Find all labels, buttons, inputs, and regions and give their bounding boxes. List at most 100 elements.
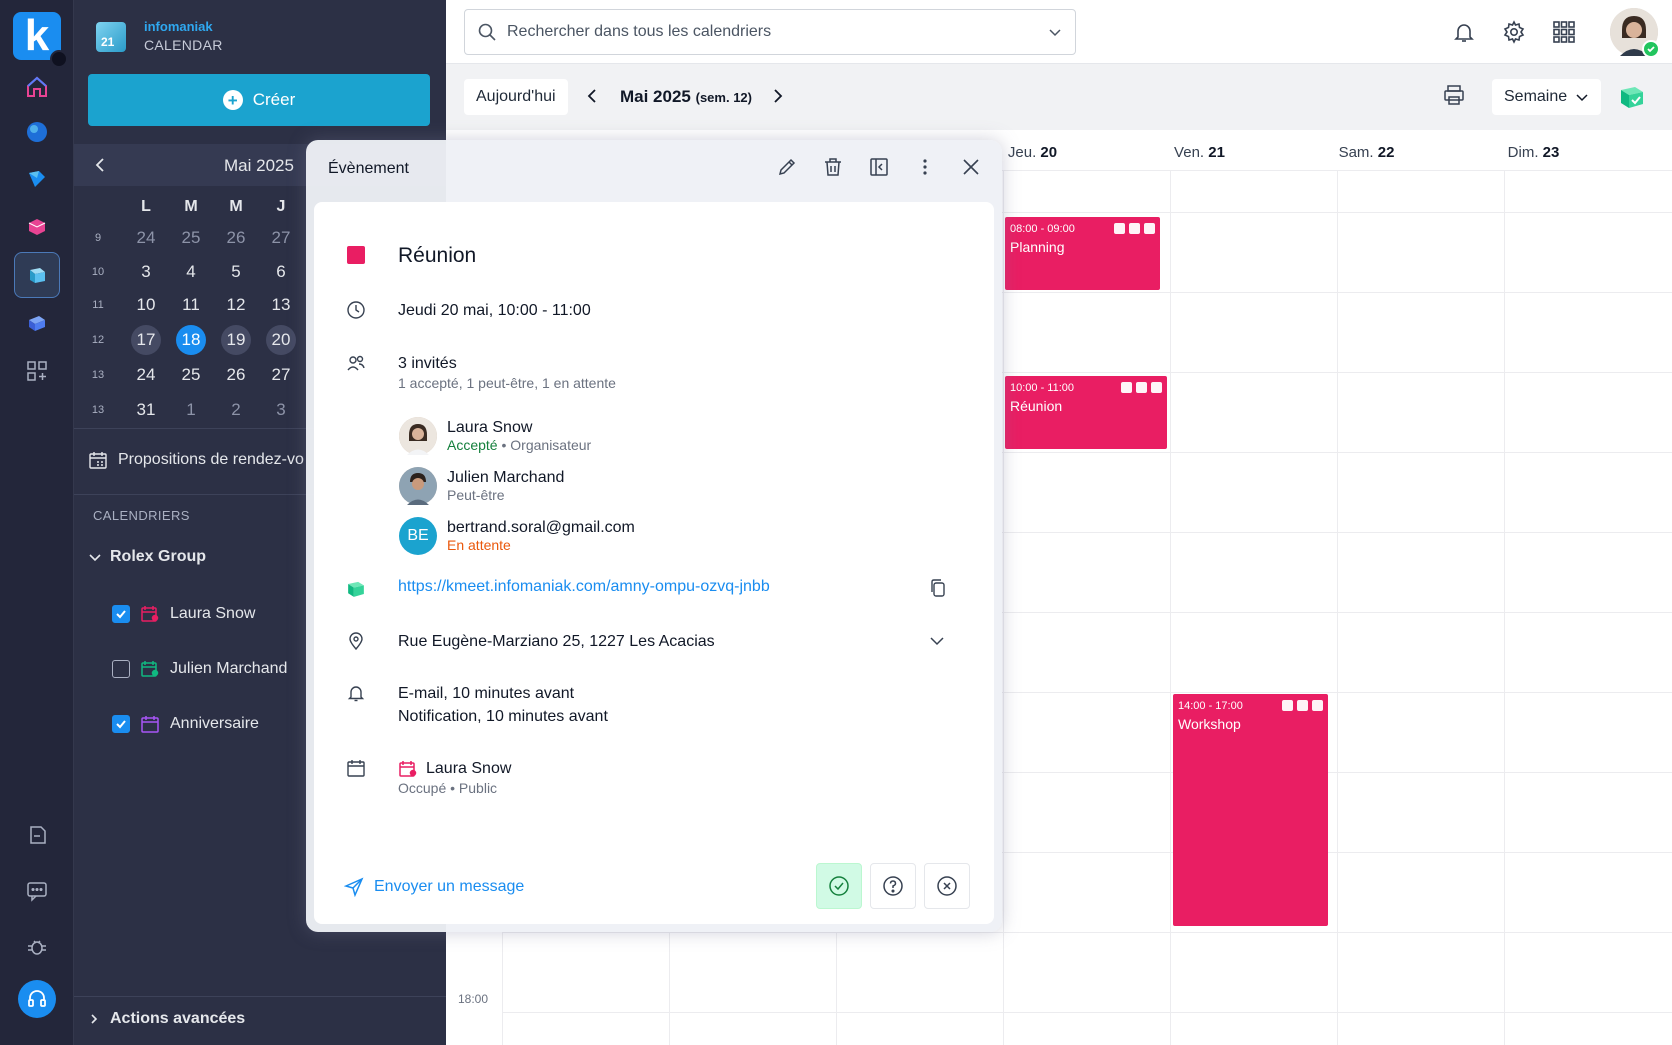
- checkbox-unchecked[interactable]: [112, 660, 130, 678]
- guest-item[interactable]: BE bertrand.soral@gmail.com En attente: [399, 517, 635, 555]
- mini-day[interactable]: 25: [176, 223, 206, 253]
- mini-day[interactable]: 3: [131, 257, 161, 287]
- mini-day[interactable]: 10: [131, 290, 161, 320]
- copy-icon[interactable]: [928, 578, 948, 603]
- event-reunion[interactable]: 10:00 - 11:00 Réunion: [1005, 376, 1167, 449]
- mini-day[interactable]: 5: [221, 257, 251, 287]
- globe-icon[interactable]: [14, 109, 60, 155]
- guests-summary-block: 3 invités 1 accepté, 1 peut-être, 1 en a…: [398, 352, 616, 391]
- day-header[interactable]: Ven. 21: [1116, 144, 1283, 161]
- mini-day[interactable]: 11: [176, 290, 206, 320]
- chevron-right-icon[interactable]: [764, 83, 790, 109]
- kdrive-icon[interactable]: [14, 156, 60, 202]
- event-planning[interactable]: 08:00 - 09:00 Planning: [1005, 217, 1160, 290]
- mini-day-today[interactable]: 18: [176, 325, 206, 355]
- calendar-name: Anniversaire: [170, 715, 259, 732]
- search-box[interactable]: [464, 9, 1076, 55]
- chevron-left-icon[interactable]: [580, 83, 606, 109]
- guest-status: En attente: [447, 537, 511, 553]
- feedback-icon[interactable]: [14, 812, 60, 858]
- decline-button[interactable]: [924, 863, 970, 909]
- home-icon[interactable]: [14, 64, 60, 110]
- gear-icon[interactable]: [1500, 18, 1528, 46]
- chat-icon[interactable]: [14, 868, 60, 914]
- user-avatar[interactable]: [1610, 8, 1660, 58]
- checkbox-checked[interactable]: [112, 715, 130, 733]
- calendar-group-rolex[interactable]: Rolex Group: [88, 548, 206, 566]
- online-status-icon: [1642, 40, 1660, 58]
- guest-item[interactable]: Laura Snow Accepté • Organisateur: [399, 417, 591, 455]
- mini-day[interactable]: 25: [176, 360, 206, 390]
- mail-icon[interactable]: [14, 204, 60, 250]
- mini-day[interactable]: 4: [176, 257, 206, 287]
- accept-button[interactable]: [816, 863, 862, 909]
- mini-day[interactable]: 27: [266, 360, 296, 390]
- contacts-icon[interactable]: [14, 300, 60, 346]
- mini-day[interactable]: 6: [266, 257, 296, 287]
- advanced-actions-toggle[interactable]: Actions avancées: [88, 1010, 245, 1028]
- reminder-item: Notification, 10 minutes avant: [398, 708, 608, 725]
- mini-day[interactable]: 12: [221, 290, 251, 320]
- send-message-button[interactable]: Envoyer un message: [344, 877, 524, 897]
- week-number: 12: [91, 334, 105, 346]
- close-icon[interactable]: [958, 154, 984, 180]
- calendar-item-julien-marchand[interactable]: Julien Marchand: [112, 659, 287, 679]
- calendar-toolbar: Aujourd'hui Mai 2025 (sem. 12) Semaine: [446, 64, 1672, 130]
- view-selector[interactable]: Semaine: [1492, 79, 1602, 115]
- support-headset-icon[interactable]: [18, 980, 56, 1018]
- maybe-button[interactable]: [870, 863, 916, 909]
- chevron-down-icon[interactable]: [928, 632, 946, 655]
- expand-panel-icon[interactable]: [866, 154, 892, 180]
- mini-day[interactable]: 1: [176, 395, 206, 425]
- checkbox-checked[interactable]: [112, 605, 130, 623]
- divider: [74, 996, 446, 997]
- mini-day[interactable]: 2: [221, 395, 251, 425]
- apps-grid-icon[interactable]: [1550, 18, 1578, 46]
- mini-day[interactable]: 26: [221, 223, 251, 253]
- more-vertical-icon[interactable]: [912, 154, 938, 180]
- calendar-item-anniversaire[interactable]: Anniversaire: [112, 714, 259, 734]
- calendar-app-icon[interactable]: [14, 252, 60, 298]
- day-header[interactable]: Dim. 23: [1450, 144, 1617, 161]
- current-period: Mai 2025 (sem. 12): [620, 87, 752, 107]
- today-button[interactable]: Aujourd'hui: [464, 79, 568, 115]
- chevron-left-icon[interactable]: [90, 154, 112, 176]
- mini-day[interactable]: 3: [266, 395, 296, 425]
- event-workshop[interactable]: 14:00 - 17:00 Workshop: [1173, 694, 1328, 926]
- mini-day[interactable]: 24: [131, 360, 161, 390]
- printer-icon[interactable]: [1442, 83, 1466, 112]
- check-circle-icon: [829, 876, 849, 896]
- weekday-label: M: [184, 198, 198, 215]
- mini-day[interactable]: 17: [131, 325, 161, 355]
- time-label: 18:00: [458, 992, 489, 1006]
- create-button[interactable]: + Créer: [88, 74, 430, 126]
- mini-day[interactable]: 24: [131, 223, 161, 253]
- calendar-item-laura-snow[interactable]: Laura Snow: [112, 604, 255, 624]
- period-label: Mai 2025: [620, 87, 691, 106]
- appointment-proposals-link[interactable]: Propositions de rendez-vo: [88, 450, 304, 470]
- mini-day[interactable]: 31: [131, 395, 161, 425]
- mini-day[interactable]: 20: [266, 325, 296, 355]
- guest-item[interactable]: Julien Marchand Peut-être: [399, 467, 564, 505]
- add-app-icon[interactable]: [14, 348, 60, 394]
- day-header[interactable]: Sam. 22: [1283, 144, 1450, 161]
- bell-icon[interactable]: [1450, 18, 1478, 46]
- mini-day[interactable]: 27: [266, 223, 296, 253]
- trash-icon[interactable]: [820, 154, 846, 180]
- edit-icon[interactable]: [774, 154, 800, 180]
- event-datetime: Jeudi 20 mai, 10:00 - 11:00: [398, 302, 591, 319]
- chevron-down-icon[interactable]: [1047, 24, 1063, 40]
- chevron-down-icon: [89, 554, 101, 562]
- meet-link[interactable]: https://kmeet.infomaniak.com/amny-ompu-o…: [398, 578, 770, 596]
- search-input[interactable]: [507, 23, 1037, 41]
- mini-day[interactable]: 26: [221, 360, 251, 390]
- mini-calendar-month[interactable]: Mai 2025: [224, 156, 294, 176]
- calendar-owner-name: Laura Snow: [426, 760, 512, 777]
- create-label: Créer: [252, 90, 296, 109]
- kmeet-icon: [1129, 223, 1140, 234]
- mini-day[interactable]: 13: [266, 290, 296, 320]
- kmeet-icon[interactable]: [1618, 83, 1646, 116]
- mini-day[interactable]: 19: [221, 325, 251, 355]
- bug-icon[interactable]: [14, 924, 60, 970]
- weekday-label: J: [276, 198, 286, 215]
